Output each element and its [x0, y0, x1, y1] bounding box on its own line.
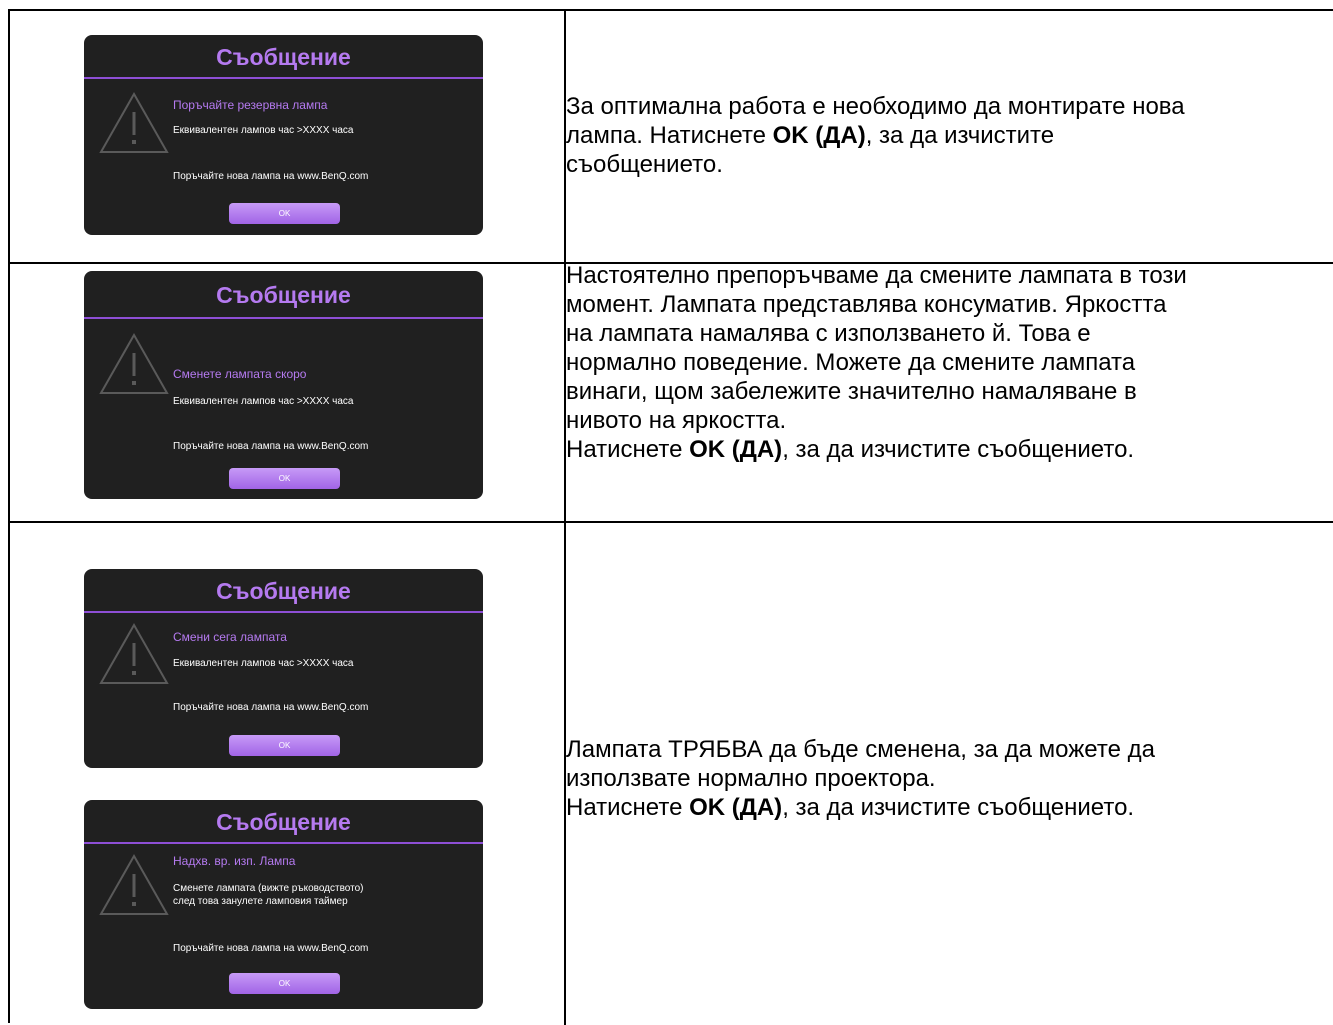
- title-divider: [84, 842, 483, 844]
- description-line: момент. Лампата представлява консуматив.…: [566, 291, 1167, 318]
- lamp-hours-text: Еквивалентен лампов час >XXXX часа: [173, 396, 354, 407]
- description-line: Лампата ТРЯБВА да бъде сменена, за да мо…: [566, 736, 1155, 763]
- message-dialog: Съобщение Смени сега лампата Еквиваленте…: [84, 569, 483, 768]
- lamp-hours-text: Еквивалентен лампов час >XXXX часа: [173, 658, 354, 669]
- ok-key-label: OK (ДА): [772, 122, 866, 149]
- title-divider: [84, 77, 483, 79]
- title-divider: [84, 611, 483, 613]
- description-line: нормално поведение. Можете да смените ла…: [566, 349, 1136, 376]
- dialog-title: Съобщение: [216, 44, 351, 70]
- dialog-subtitle: Поръчайте резервна лампа: [173, 98, 328, 112]
- message-dialog: Съобщение Сменете лампата скоро Еквивале…: [84, 271, 483, 499]
- dialog-subtitle: Надхв. вр. изп. Лампа: [173, 854, 296, 868]
- replace-instructions-line: след това занулете лампов​ия таймер: [173, 896, 348, 907]
- order-lamp-text: Поръчайте нова лампа на www.BenQ.com: [173, 441, 369, 452]
- row-description: Настоятелно препоръчваме да смените ламп…: [566, 261, 1326, 464]
- message-dialog: Съобщение Надхв. вр. изп. Лампа Сменете …: [84, 800, 483, 1009]
- description-line: За оптимална работа е необходимо да монт…: [566, 93, 1185, 120]
- dialog-title: Съобщение: [216, 578, 351, 604]
- description-line: Натиснете OK (ДА), за да изчистите съобщ…: [566, 436, 1135, 463]
- ok-button[interactable]: OK: [229, 468, 340, 489]
- warning-icon: [99, 91, 169, 153]
- ok-key-label: OK (ДА): [689, 436, 783, 463]
- dialog-subtitle: Сменете лампата скоро: [173, 367, 307, 381]
- dialog-subtitle: Смени сега лампата: [173, 630, 287, 644]
- ok-button[interactable]: OK: [229, 735, 340, 756]
- lamp-hours-text: Еквивалентен лампов час >XXXX часа: [173, 125, 354, 136]
- description-line: лампа. Натиснете OK (ДА), за да изчистит…: [566, 122, 1055, 149]
- description-line: винаги, щом забележите значително намаля…: [566, 378, 1137, 405]
- warning-icon: [99, 853, 169, 915]
- order-lamp-text: Поръчайте нова лампа на www.BenQ.com: [173, 171, 369, 182]
- row-description: Лампата ТРЯБВА да бъде сменена, за да мо…: [566, 735, 1326, 822]
- title-divider: [84, 317, 483, 319]
- ok-key-label: OK (ДА): [689, 794, 783, 821]
- ok-button[interactable]: OK: [229, 973, 340, 994]
- warning-icon: [99, 332, 169, 394]
- description-line: на лампата намалява с използването й. То…: [566, 320, 1091, 347]
- dialog-title: Съобщение: [216, 282, 351, 308]
- description-line: съобщението.: [566, 151, 723, 178]
- order-lamp-text: Поръчайте нова лампа на www.BenQ.com: [173, 943, 369, 954]
- order-lamp-text: Поръчайте нова лампа на www.BenQ.com: [173, 702, 369, 713]
- row-description: За оптимална работа е необходимо да монт…: [566, 92, 1326, 179]
- warning-icon: [99, 622, 169, 684]
- description-line: Натиснете OK (ДА), за да изчистите съобщ…: [566, 794, 1135, 821]
- message-dialog: Съобщение Поръчайте резервна лампа Еквив…: [84, 35, 483, 235]
- replace-instructions-line: Сменете лампата (вижте ръководството): [173, 883, 364, 894]
- dialog-title: Съобщение: [216, 809, 351, 835]
- description-line: Настоятелно препоръчваме да смените ламп…: [566, 262, 1187, 289]
- description-line: използвате нормално проектора.: [566, 765, 936, 792]
- ok-button[interactable]: OK: [229, 203, 340, 224]
- description-line: нивото на яркостта.: [566, 407, 787, 434]
